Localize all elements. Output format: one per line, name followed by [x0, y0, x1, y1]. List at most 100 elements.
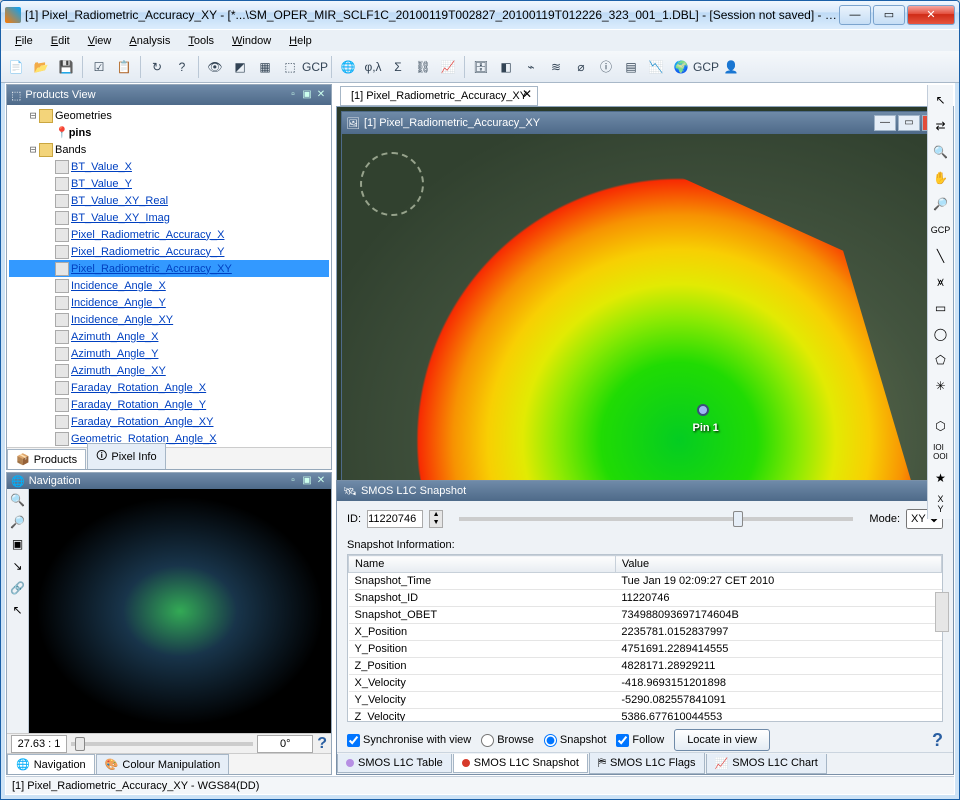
close-button[interactable]: ✕ — [907, 5, 955, 25]
zoom-out-icon[interactable]: 🔎 — [9, 515, 27, 533]
tab-smos-chart[interactable]: 📈SMOS L1C Chart — [706, 754, 827, 774]
panel-min-icon[interactable]: ▫ — [287, 89, 299, 101]
tree-band-item[interactable]: Faraday_Rotation_Angle_Y — [9, 396, 329, 413]
tree-band-item[interactable]: Geometric_Rotation_Angle_X — [9, 430, 329, 447]
tb-layers-icon[interactable]: ⬚ — [279, 56, 301, 78]
table-row[interactable]: Y_Position4751691.2289414555 — [349, 641, 942, 658]
vt-gcp-icon[interactable]: GCP — [930, 219, 952, 241]
tb-histogram-icon[interactable]: ⛓ — [412, 56, 434, 78]
tb-cluster-icon[interactable]: ◧ — [495, 56, 517, 78]
vt-pan-icon[interactable]: ✋ — [930, 167, 952, 189]
tb-globe-icon[interactable]: 🌐 — [337, 56, 359, 78]
cursor-icon[interactable]: ↖ — [9, 603, 27, 621]
table-row[interactable]: Z_Velocity5386.677610044553 — [349, 709, 942, 723]
tree-band-item[interactable]: Azimuth_Angle_XY — [9, 362, 329, 379]
tb-scatter-icon[interactable]: 📈 — [437, 56, 459, 78]
follow-checkbox[interactable]: Follow — [616, 734, 664, 747]
maximize-button[interactable]: ▭ — [873, 5, 905, 25]
tree-band-item[interactable]: BT_Value_XY_Imag — [9, 209, 329, 226]
table-row[interactable]: X_Position2235781.0152837997 — [349, 624, 942, 641]
table-row[interactable]: Snapshot_ID11220746 — [349, 590, 942, 607]
vt-ellipse-icon[interactable]: ◯ — [930, 323, 952, 345]
browse-radio[interactable]: Browse — [481, 734, 534, 747]
vt-layer-icon[interactable]: ⬡ — [930, 415, 952, 437]
vt-polygon-icon[interactable]: ⬠ — [930, 349, 952, 371]
panel-pin-icon[interactable]: ▣ — [301, 89, 313, 101]
menu-file[interactable]: File — [7, 32, 41, 50]
menu-view[interactable]: View — [80, 32, 120, 50]
tb-refresh-icon[interactable]: ↻ — [146, 56, 168, 78]
snapshot-slider[interactable] — [459, 517, 853, 521]
menu-edit[interactable]: Edit — [43, 32, 78, 50]
tb-new-icon[interactable]: 📄 — [5, 56, 27, 78]
snapshot-table[interactable]: Name Value Snapshot_TimeTue Jan 19 02:09… — [347, 554, 943, 722]
titlebar[interactable]: [1] Pixel_Radiometric_Accuracy_XY - [*..… — [1, 1, 959, 29]
nav-preview[interactable] — [29, 489, 331, 733]
table-row[interactable]: Snapshot_TimeTue Jan 19 02:09:27 CET 201… — [349, 573, 942, 590]
tb-phi-icon[interactable]: φ,λ — [362, 56, 384, 78]
vt-zoom-in-icon[interactable]: 🔎 — [930, 193, 952, 215]
vt-xy-icon[interactable]: XY — [930, 493, 952, 515]
tb-filter-icon[interactable]: ⌁ — [520, 56, 542, 78]
tree-band-item[interactable]: BT_Value_XY_Real — [9, 192, 329, 209]
products-header[interactable]: ⬚ Products View ▫▣✕ — [7, 85, 331, 105]
tree-pins[interactable]: 📍 pins — [9, 124, 329, 141]
tb-copy-icon[interactable]: 📋 — [113, 56, 135, 78]
vt-wand-icon[interactable]: ✳ — [930, 375, 952, 397]
nav-help-icon[interactable]: ? — [317, 735, 327, 753]
table-row[interactable]: Y_Velocity-5290.082557841091 — [349, 692, 942, 709]
id-spinner[interactable]: ▲▼ — [429, 510, 443, 528]
tree-band-item[interactable]: Faraday_Rotation_Angle_XY — [9, 413, 329, 430]
vt-line-icon[interactable]: ╲ — [930, 245, 952, 267]
tb-rgb-icon[interactable]: ▤ — [620, 56, 642, 78]
tb-band-icon[interactable]: ≋ — [545, 56, 567, 78]
tb-user-icon[interactable]: 👤 — [720, 56, 742, 78]
tb-world-icon[interactable]: 🌍 — [670, 56, 692, 78]
zoom-slider[interactable] — [71, 742, 253, 746]
tree-band-item[interactable]: BT_Value_X — [9, 158, 329, 175]
vt-rect-icon[interactable]: ▭ — [930, 297, 952, 319]
vt-star-icon[interactable]: ★ — [930, 467, 952, 489]
tab-navigation[interactable]: 🌐 Navigation — [7, 754, 95, 774]
tb-profile-icon[interactable]: 📉 — [645, 56, 667, 78]
tree-band-item[interactable]: Incidence_Angle_X — [9, 277, 329, 294]
tab-smos-table[interactable]: SMOS L1C Table — [337, 754, 452, 773]
table-scrollbar[interactable] — [935, 592, 943, 632]
tree-band-item[interactable]: BT_Value_Y — [9, 175, 329, 192]
tb-help-icon[interactable]: ? — [171, 56, 193, 78]
map-pin[interactable]: Pin 1 — [697, 404, 715, 430]
tb-db-icon[interactable]: 🗄 — [470, 56, 492, 78]
panel-close-icon[interactable]: ✕ — [315, 89, 327, 101]
fit-icon[interactable]: ▣ — [9, 537, 27, 555]
table-row[interactable]: Z_Position4828171.28929211 — [349, 658, 942, 675]
tree-band-item[interactable]: Azimuth_Angle_X — [9, 328, 329, 345]
tree-bands[interactable]: ⊟Bands — [9, 141, 329, 158]
menu-analysis[interactable]: Analysis — [121, 32, 178, 50]
nav-min-icon[interactable]: ▫ — [287, 475, 299, 487]
snapshot-radio[interactable]: Snapshot — [544, 734, 606, 747]
tb-info-icon[interactable]: ⓘ — [595, 56, 617, 78]
tree-band-item[interactable]: Incidence_Angle_Y — [9, 294, 329, 311]
locate-button[interactable]: Locate in view — [674, 729, 770, 751]
snapshot-header[interactable]: 🛰SMOS L1C Snapshot ▫ ✕ — [337, 481, 953, 501]
tab-colour[interactable]: 🎨 Colour Manipulation — [96, 754, 230, 774]
vt-zoom-icon[interactable]: 🔍 — [930, 141, 952, 163]
tree-band-item[interactable]: Incidence_Angle_XY — [9, 311, 329, 328]
zoom-ratio-input[interactable] — [11, 735, 67, 753]
vt-arrows-icon[interactable]: ⇄ — [930, 115, 952, 137]
mdi-min-icon[interactable]: — — [874, 115, 896, 131]
rotation-input[interactable] — [257, 735, 313, 753]
tb-gcp-icon[interactable]: GCP — [304, 56, 326, 78]
nav-pin-icon[interactable]: ▣ — [301, 475, 313, 487]
tree-band-item[interactable]: Pixel_Radiometric_Accuracy_Y — [9, 243, 329, 260]
products-tree[interactable]: ⊟Geometries 📍 pins ⊟Bands BT_Value_XBT_V… — [7, 105, 331, 447]
table-row[interactable]: Snapshot_OBET734988093697174604B — [349, 607, 942, 624]
doc-tab-close-icon[interactable]: ✕ — [522, 87, 532, 101]
sync-icon[interactable]: 🔗 — [9, 581, 27, 599]
tree-band-item[interactable]: Pixel_Radiometric_Accuracy_X — [9, 226, 329, 243]
tb-calc-icon[interactable]: ⌀ — [570, 56, 592, 78]
doc-tab[interactable]: [1] Pixel_Radiometric_Accuracy_XY — [340, 86, 538, 106]
sync-checkbox[interactable]: Synchronise with view — [347, 734, 471, 747]
id-input[interactable] — [367, 510, 423, 528]
home-icon[interactable]: ↘ — [9, 559, 27, 577]
